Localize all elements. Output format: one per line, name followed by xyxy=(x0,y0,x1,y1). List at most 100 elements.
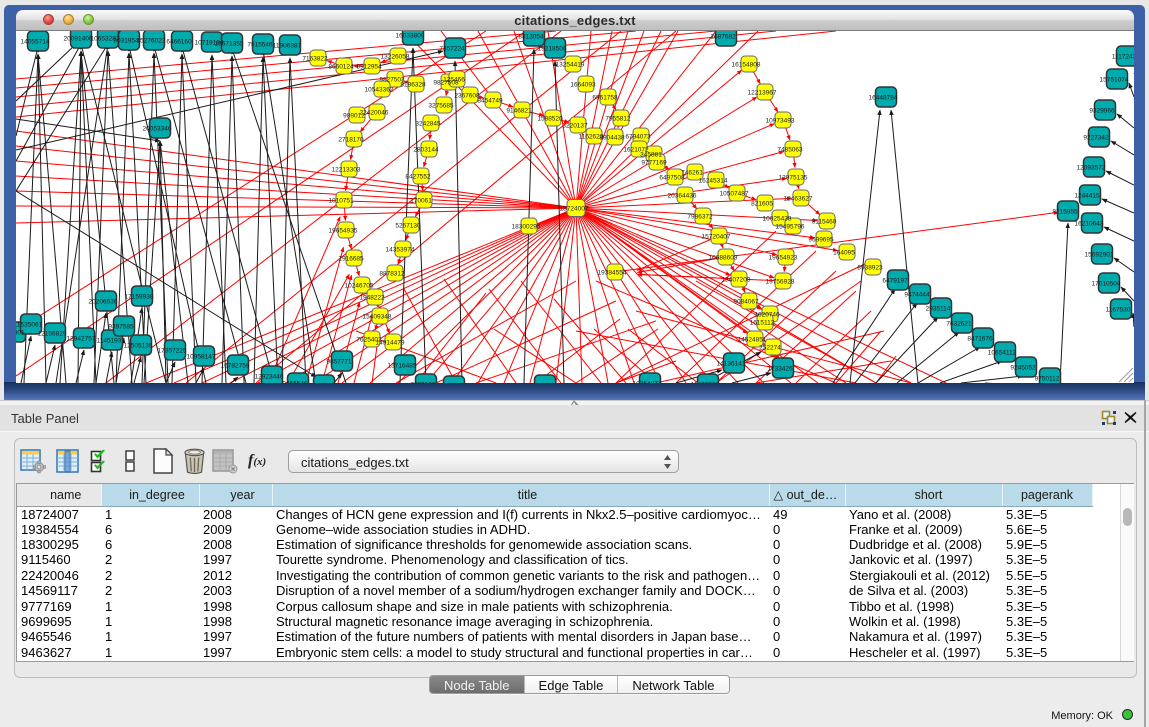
svg-text:9115460: 9115460 xyxy=(812,219,837,226)
svg-text:5267130: 5267130 xyxy=(395,223,421,230)
svg-text:19654923: 19654923 xyxy=(769,255,798,262)
svg-text:1588520: 1588520 xyxy=(537,116,563,123)
svg-text:8660124: 8660124 xyxy=(328,64,354,71)
svg-text:6961758: 6961758 xyxy=(592,95,618,102)
svg-text:8427552: 8427552 xyxy=(405,174,431,181)
svg-text:125466: 125466 xyxy=(443,77,465,84)
svg-text:17010504: 17010504 xyxy=(1092,281,1121,288)
svg-text:10958147: 10958147 xyxy=(187,354,216,361)
svg-text:17357225: 17357225 xyxy=(158,348,187,355)
svg-text:9777169: 9777169 xyxy=(641,160,667,167)
svg-text:14353974: 14353974 xyxy=(386,247,415,254)
svg-text:252274: 252274 xyxy=(759,345,781,352)
svg-text:9124035: 9124035 xyxy=(529,383,555,384)
svg-text:9031954: 9031954 xyxy=(113,38,139,45)
svg-text:2803144: 2803144 xyxy=(413,147,439,154)
svg-text:8938923: 8938923 xyxy=(857,265,883,272)
svg-text:6479197: 6479197 xyxy=(882,278,908,285)
svg-text:15276022: 15276022 xyxy=(137,38,166,45)
svg-text:1145193: 1145193 xyxy=(97,338,122,345)
svg-text:16245314: 16245314 xyxy=(699,178,728,185)
svg-text:20206536: 20206536 xyxy=(89,299,118,306)
svg-text:1664093: 1664093 xyxy=(570,82,596,89)
svg-text:14524851: 14524851 xyxy=(738,337,767,344)
svg-text:10973493: 10973493 xyxy=(766,118,795,125)
svg-text:164095: 164095 xyxy=(833,250,855,257)
svg-text:7485063: 7485063 xyxy=(777,147,803,154)
svg-text:10688603: 10688603 xyxy=(709,255,738,262)
svg-text:2935114: 2935114 xyxy=(926,306,951,313)
svg-text:17159938: 17159938 xyxy=(125,294,154,301)
svg-text:13716485: 13716485 xyxy=(388,363,417,370)
svg-text:1244415: 1244415 xyxy=(1074,193,1100,200)
svg-text:821605: 821605 xyxy=(751,201,773,208)
svg-text:14136141: 14136141 xyxy=(717,361,746,368)
svg-text:19384554: 19384554 xyxy=(598,270,627,277)
svg-text:7357224: 7357224 xyxy=(439,46,465,53)
svg-text:11906387: 11906387 xyxy=(273,43,302,50)
svg-text:1620746: 1620746 xyxy=(754,312,780,319)
svg-text:1916685: 1916685 xyxy=(338,256,364,263)
svg-text:9465546: 9465546 xyxy=(282,381,308,384)
svg-text:20053346: 20053346 xyxy=(143,126,172,133)
svg-text:12923446: 12923446 xyxy=(255,374,284,381)
svg-text:18724007: 18724007 xyxy=(560,206,589,213)
svg-text:170061: 170061 xyxy=(410,198,432,205)
svg-text:10543362: 10543362 xyxy=(365,87,394,94)
svg-text:9245052: 9245052 xyxy=(1010,365,1036,372)
svg-text:6794073: 6794073 xyxy=(625,134,651,141)
svg-text:1733426: 1733426 xyxy=(767,366,793,373)
svg-text:10654112: 10654112 xyxy=(988,350,1017,357)
svg-text:9146821: 9146821 xyxy=(506,108,532,115)
svg-text:3242845: 3242845 xyxy=(415,121,441,128)
svg-text:16154808: 16154808 xyxy=(732,62,761,69)
svg-text:9857771: 9857771 xyxy=(326,359,352,366)
svg-text:12213967: 12213967 xyxy=(748,90,777,97)
svg-text:1167530: 1167530 xyxy=(1106,307,1131,314)
svg-text:2687682: 2687682 xyxy=(710,34,736,41)
svg-text:9699695: 9699695 xyxy=(808,237,834,244)
svg-text:10254873: 10254873 xyxy=(633,381,662,384)
svg-text:989012: 989012 xyxy=(343,113,365,120)
svg-text:9474444: 9474444 xyxy=(904,292,930,299)
svg-text:12505135: 12505135 xyxy=(124,343,153,350)
svg-text:7515546: 7515546 xyxy=(247,42,273,49)
svg-text:12975135: 12975135 xyxy=(779,175,808,182)
svg-text:15409348: 15409348 xyxy=(363,314,392,321)
svg-text:19756928: 19756928 xyxy=(766,279,795,286)
svg-text:9463627: 9463627 xyxy=(308,383,334,384)
svg-text:15751074: 15751074 xyxy=(1100,77,1129,84)
svg-text:8904438: 8904438 xyxy=(599,135,625,142)
svg-text:9084067: 9084067 xyxy=(733,299,759,306)
svg-text:19654935: 19654935 xyxy=(329,228,358,235)
svg-text:3915801: 3915801 xyxy=(16,330,25,337)
svg-text:18300295: 18300295 xyxy=(512,224,541,231)
svg-text:16782759: 16782759 xyxy=(221,363,250,370)
svg-text:11420586: 11420586 xyxy=(691,382,720,384)
svg-text:14914479: 14914479 xyxy=(376,340,405,347)
svg-text:7986372: 7986372 xyxy=(687,214,713,221)
svg-text:13254419: 13254419 xyxy=(556,62,585,69)
svg-text:9227342: 9227342 xyxy=(1083,135,1109,142)
svg-text:8471676: 8471676 xyxy=(967,336,993,343)
svg-text:16671355: 16671355 xyxy=(215,41,244,48)
svg-text:7955812: 7955812 xyxy=(605,116,631,123)
svg-text:10507487: 10507487 xyxy=(720,191,749,198)
svg-text:7689123: 7689123 xyxy=(410,382,436,384)
svg-text:8454749: 8454749 xyxy=(477,98,503,105)
svg-text:15495796: 15495796 xyxy=(776,224,805,231)
svg-text:10246705: 10246705 xyxy=(345,283,374,290)
svg-text:14055714: 14055714 xyxy=(21,39,50,46)
svg-text:20364436: 20364436 xyxy=(668,193,697,200)
svg-text:12156829: 12156829 xyxy=(38,331,67,338)
svg-text:10025438: 10025438 xyxy=(763,216,792,223)
svg-text:3220137: 3220137 xyxy=(562,123,588,130)
svg-text:12213303: 12213303 xyxy=(332,167,361,174)
svg-text:12942757: 12942757 xyxy=(67,336,96,343)
svg-text:1010751: 1010751 xyxy=(328,198,354,205)
svg-text:9397585: 9397585 xyxy=(108,324,134,331)
svg-text:11535061: 11535061 xyxy=(16,322,43,329)
svg-text:8813054: 8813054 xyxy=(518,34,544,41)
svg-text:7163822: 7163822 xyxy=(302,56,328,63)
svg-text:16448784: 16448784 xyxy=(869,95,898,102)
